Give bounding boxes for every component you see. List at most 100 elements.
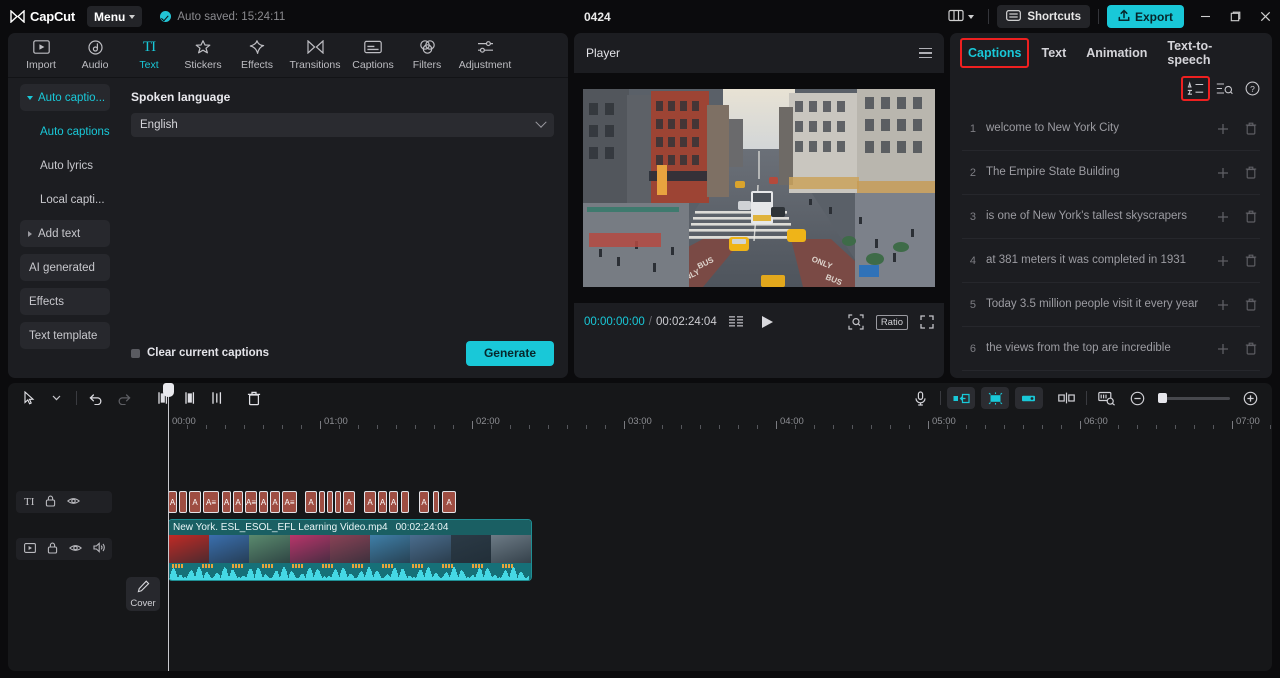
trash-icon[interactable] [1242,210,1260,223]
text-clip[interactable]: A [189,491,201,513]
caption-text[interactable]: is one of New York's tallest skyscrapers [986,203,1204,230]
caption-text[interactable]: the views from the top are incredible [986,335,1204,362]
caption-row[interactable]: 6 the views from the top are incredible [962,327,1260,371]
text-clip[interactable] [335,491,341,513]
caption-rows-list[interactable]: 1 welcome to New York City 2 The Empire Sta… [950,107,1272,377]
tool-tab-text[interactable]: TI Text [122,34,176,76]
split-icon[interactable] [203,386,230,410]
quality-icon[interactable] [728,316,745,328]
keyframe-next-icon[interactable] [1015,387,1043,409]
tool-tab-filters[interactable]: Filters [400,34,454,76]
translate-icon[interactable] [1181,76,1210,101]
sidebar-item-effects[interactable]: Effects [20,288,110,315]
split-right-icon[interactable] [176,386,203,410]
sidebar-item-auto-captio[interactable]: Auto captio... [20,84,110,111]
text-clip[interactable]: A [389,491,398,513]
eye-icon[interactable] [67,495,81,509]
caption-text[interactable]: The Empire State Building [986,159,1204,186]
text-clip[interactable]: A [442,491,456,513]
caption-text[interactable]: welcome to New York City [986,115,1204,142]
ratio-button[interactable]: Ratio [875,314,908,330]
tool-tab-transitions[interactable]: Transitions [284,34,346,76]
speaker-icon[interactable] [93,542,106,556]
lock-icon[interactable] [47,542,58,557]
export-button[interactable]: Export [1106,5,1184,28]
trash-icon[interactable] [1242,298,1260,311]
lock-icon[interactable] [45,495,56,510]
eye-icon[interactable] [68,542,83,556]
redo-icon[interactable] [110,386,137,410]
caption-text[interactable]: Today 3.5 million people visit it every … [986,291,1204,318]
add-icon[interactable] [1214,343,1232,355]
crop-icon[interactable] [1093,386,1120,410]
text-clip[interactable]: A [378,491,387,513]
tool-tab-stickers[interactable]: Stickers [176,34,230,76]
text-clip[interactable]: A [364,491,376,513]
text-clip[interactable]: A [419,491,429,513]
keyframe-add-icon[interactable] [981,387,1009,409]
menu-button[interactable]: Menu [87,6,143,27]
add-icon[interactable] [1214,123,1232,135]
keyframe-prev-icon[interactable] [947,387,975,409]
tab-captions[interactable]: Captions [958,33,1031,73]
playhead[interactable] [163,383,174,671]
playhead-handle[interactable] [163,383,174,397]
trash-icon[interactable] [1242,122,1260,135]
tool-tab-import[interactable]: Import [14,34,68,76]
maximize-button[interactable] [1220,0,1250,33]
close-button[interactable] [1250,0,1280,33]
help-icon[interactable]: ? [1245,81,1260,99]
caption-row[interactable]: 5 Today 3.5 million people visit it every… [962,283,1260,327]
text-clip[interactable]: A [305,491,317,513]
trash-icon[interactable] [1242,166,1260,179]
zoom-out-icon[interactable] [1124,386,1151,410]
text-clip[interactable]: A≡ [282,491,297,513]
zoom-slider[interactable] [1158,393,1230,403]
tool-tab-effects[interactable]: Effects [230,34,284,76]
trash-icon[interactable] [1242,254,1260,267]
minimize-button[interactable] [1190,0,1220,33]
zoom-slider-handle[interactable] [1158,393,1167,403]
layout-button[interactable] [942,6,980,28]
tool-tab-adjustment[interactable]: Adjustment [454,34,516,76]
add-icon[interactable] [1214,255,1232,267]
text-clip[interactable]: A [168,491,177,513]
text-clip[interactable]: A≡ [203,491,219,513]
text-clip[interactable]: A [343,491,355,513]
caption-row[interactable]: 3 is one of New York's tallest skyscraper… [962,195,1260,239]
undo-icon[interactable] [83,386,110,410]
tab-animation[interactable]: Animation [1076,33,1157,73]
shortcuts-button[interactable]: Shortcuts [997,5,1090,28]
text-clip[interactable]: A [270,491,280,513]
text-clip[interactable]: A [222,491,231,513]
caption-row[interactable]: 1 welcome to New York City [962,107,1260,151]
sidebar-item-add-text[interactable]: Add text [20,220,110,247]
text-clip[interactable]: A [233,491,243,513]
trash-icon[interactable] [1242,342,1260,355]
add-icon[interactable] [1214,299,1232,311]
delete-icon[interactable] [240,386,267,410]
clear-current-captions-checkbox[interactable]: Clear current captions [131,347,269,359]
caption-row[interactable]: 2 The Empire State Building [962,151,1260,195]
sidebar-item-auto-lyrics[interactable]: Auto lyrics [20,152,110,179]
fullscreen-icon[interactable] [920,315,934,329]
select-cursor-icon[interactable] [16,386,43,410]
video-preview[interactable]: BUS ONLY ONLY BUS [583,89,935,287]
text-clip[interactable]: A [259,491,268,513]
text-clip[interactable] [401,491,409,513]
play-button[interactable] [761,315,774,329]
tab-text-to-speech[interactable]: Text-to-speech [1157,33,1264,73]
caption-row[interactable]: 4 at 381 meters it was completed in 1931 [962,239,1260,283]
cursor-dropdown-icon[interactable] [43,386,70,410]
zoom-in-icon[interactable] [1237,386,1264,410]
sidebar-item-ai-generated[interactable]: AI generated [20,254,110,281]
mirror-icon[interactable] [1053,386,1080,410]
tool-tab-audio[interactable]: Audio [68,34,122,76]
sidebar-item-text-template[interactable]: Text template [20,322,110,349]
add-icon[interactable] [1214,211,1232,223]
caption-text[interactable]: at 381 meters it was completed in 1931 [986,247,1204,274]
generate-button[interactable]: Generate [465,340,554,366]
magnifier-icon[interactable] [848,314,864,330]
sidebar-item-auto-captions[interactable]: Auto captions [20,118,110,145]
microphone-icon[interactable] [907,386,934,410]
